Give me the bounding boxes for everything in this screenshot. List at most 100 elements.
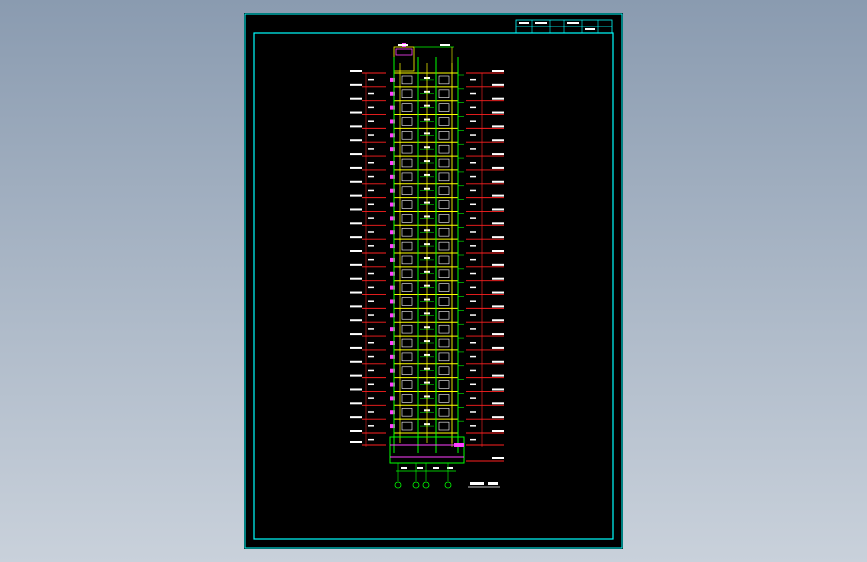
- window: [401, 228, 413, 237]
- window: [401, 324, 413, 334]
- left-dimension-text: [368, 175, 374, 178]
- left-dimension-text: [368, 231, 374, 233]
- drawing-sheet[interactable]: [244, 13, 623, 549]
- base-dimension-text: [417, 467, 423, 469]
- left-level-label: [350, 166, 362, 169]
- window: [401, 421, 413, 431]
- right-level-label: [492, 111, 504, 114]
- right-level-label: [492, 236, 504, 239]
- right-level-label: [492, 430, 504, 432]
- window: [401, 380, 413, 389]
- left-level-label: [350, 416, 362, 419]
- window: [401, 186, 413, 195]
- right-level-label: [492, 346, 504, 349]
- cad-viewport[interactable]: [0, 0, 867, 562]
- left-dimension-text: [368, 162, 374, 164]
- right-level-label: [492, 180, 504, 183]
- left-dimension-text: [368, 383, 374, 386]
- left-dimension-text: [368, 92, 374, 95]
- left-level-label: [350, 208, 362, 211]
- window: [438, 158, 450, 168]
- roof-parapet: [395, 48, 413, 56]
- right-level-label: [492, 360, 504, 363]
- left-level-label: [350, 222, 362, 225]
- right-dimension-text: [470, 258, 476, 261]
- left-dimension-text: [368, 328, 374, 330]
- left-level-label: [350, 139, 362, 142]
- right-dimension-text: [470, 175, 476, 178]
- left-dimension-text: [368, 189, 374, 192]
- window: [438, 338, 450, 348]
- right-level-label: [492, 388, 504, 391]
- right-dimension-text: [470, 425, 476, 427]
- window: [401, 283, 413, 292]
- right-dimension-text: [470, 148, 476, 150]
- window: [438, 283, 450, 292]
- left-level-label: [350, 194, 362, 197]
- roof-elevation-label: [398, 44, 408, 46]
- window: [401, 172, 413, 182]
- right-dimension-text: [470, 369, 476, 372]
- left-dimension-text: [368, 369, 374, 372]
- window: [438, 324, 450, 334]
- window: [401, 200, 413, 209]
- right-dimension-text: [470, 342, 476, 344]
- left-level-label: [350, 153, 362, 156]
- window: [401, 241, 413, 251]
- right-dimension-text: [470, 106, 476, 109]
- left-dimension-text: [368, 425, 374, 427]
- left-dimension-text: [368, 286, 374, 289]
- right-dimension-text: [470, 328, 476, 330]
- left-level-label: [350, 236, 362, 239]
- left-dimension-text: [368, 78, 374, 81]
- right-dimension-text: [470, 355, 476, 358]
- right-dimension-text: [470, 272, 476, 275]
- right-dimension-text: [470, 231, 476, 233]
- left-dimension-text: [368, 355, 374, 358]
- left-level-label: [350, 305, 362, 308]
- right-level-label: [492, 402, 504, 405]
- base-dimension-text: [401, 467, 407, 469]
- right-level-label: [492, 291, 504, 294]
- left-level-label: [350, 346, 362, 349]
- right-dimension-text: [470, 134, 476, 136]
- foundation-level-label: [492, 457, 504, 459]
- window: [401, 131, 413, 140]
- window: [438, 421, 450, 431]
- window: [438, 408, 450, 417]
- left-level-label: [350, 388, 362, 391]
- base-dimension-text: [433, 467, 439, 469]
- window: [438, 200, 450, 209]
- window: [438, 117, 450, 126]
- right-dimension-text: [470, 217, 476, 219]
- left-level-label: [350, 250, 362, 252]
- left-dimension-text: [368, 300, 374, 302]
- left-dimension-text: [368, 272, 374, 275]
- window: [401, 103, 413, 112]
- right-level-label: [492, 416, 504, 419]
- window: [401, 394, 413, 403]
- right-level-label: [492, 139, 504, 142]
- right-level-label: [492, 277, 504, 280]
- right-dimension-text: [470, 397, 476, 399]
- title-block[interactable]: [515, 19, 613, 34]
- right-level-label: [492, 194, 504, 197]
- window: [438, 228, 450, 237]
- window: [438, 269, 450, 278]
- left-dimension-text: [368, 217, 374, 219]
- window: [401, 352, 413, 362]
- window: [438, 255, 450, 265]
- window: [438, 311, 450, 320]
- grid-axis-bubble: [394, 481, 402, 489]
- right-dimension-text: [470, 78, 476, 81]
- right-level-label: [492, 83, 504, 86]
- left-level-label: [350, 319, 362, 322]
- grid-axis-bubble: [412, 481, 420, 489]
- grid-axis-bubble: [444, 481, 452, 489]
- base-marker: [454, 443, 464, 447]
- left-level-label: [350, 374, 362, 377]
- left-dimension-text: [368, 134, 374, 136]
- window: [438, 75, 450, 85]
- window: [401, 117, 413, 126]
- left-dimension-text: [368, 203, 374, 206]
